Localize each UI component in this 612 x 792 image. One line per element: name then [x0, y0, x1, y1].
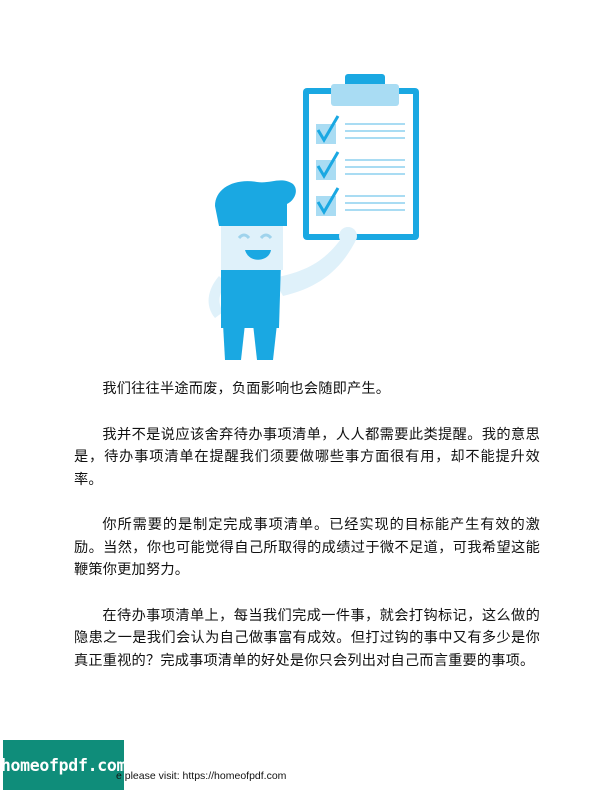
footer-link-text[interactable]: e please visit: https://homeofpdf.com — [116, 770, 286, 782]
person-leg — [253, 324, 277, 360]
paragraph: 我并不是说应该舍弃待办事项清单，人人都需要此类提醒。我的意思是，待办事项清单在提… — [74, 426, 540, 488]
site-logo[interactable]: homeofpdf.com — [0, 740, 127, 790]
checklist-illustration — [208, 74, 419, 360]
page-footer: homeofpdf.com e please visit: https://ho… — [0, 740, 612, 792]
clipboard-icon — [303, 74, 419, 240]
paragraph: 我们往往半途而废，负面影响也会随即产生。 — [102, 381, 391, 397]
person-hair — [215, 180, 296, 226]
logo-text: homeofpdf.com — [0, 755, 127, 775]
paragraph: 在待办事项清单上，每当我们完成一件事，就会打钩标记，这么做的隐患之一是我们会认为… — [74, 607, 540, 669]
person-body — [221, 262, 281, 328]
arm-shape — [273, 236, 355, 296]
body-text: 我们往往半途而废，负面影响也会随即产生。 我并不是说应该舍弃待办事项清单，人人都… — [74, 378, 540, 695]
paragraph: 你所需要的是制定完成事项清单。已经实现的目标能产生有效的激励。当然，你也可能觉得… — [74, 517, 540, 578]
person-leg — [223, 324, 245, 360]
